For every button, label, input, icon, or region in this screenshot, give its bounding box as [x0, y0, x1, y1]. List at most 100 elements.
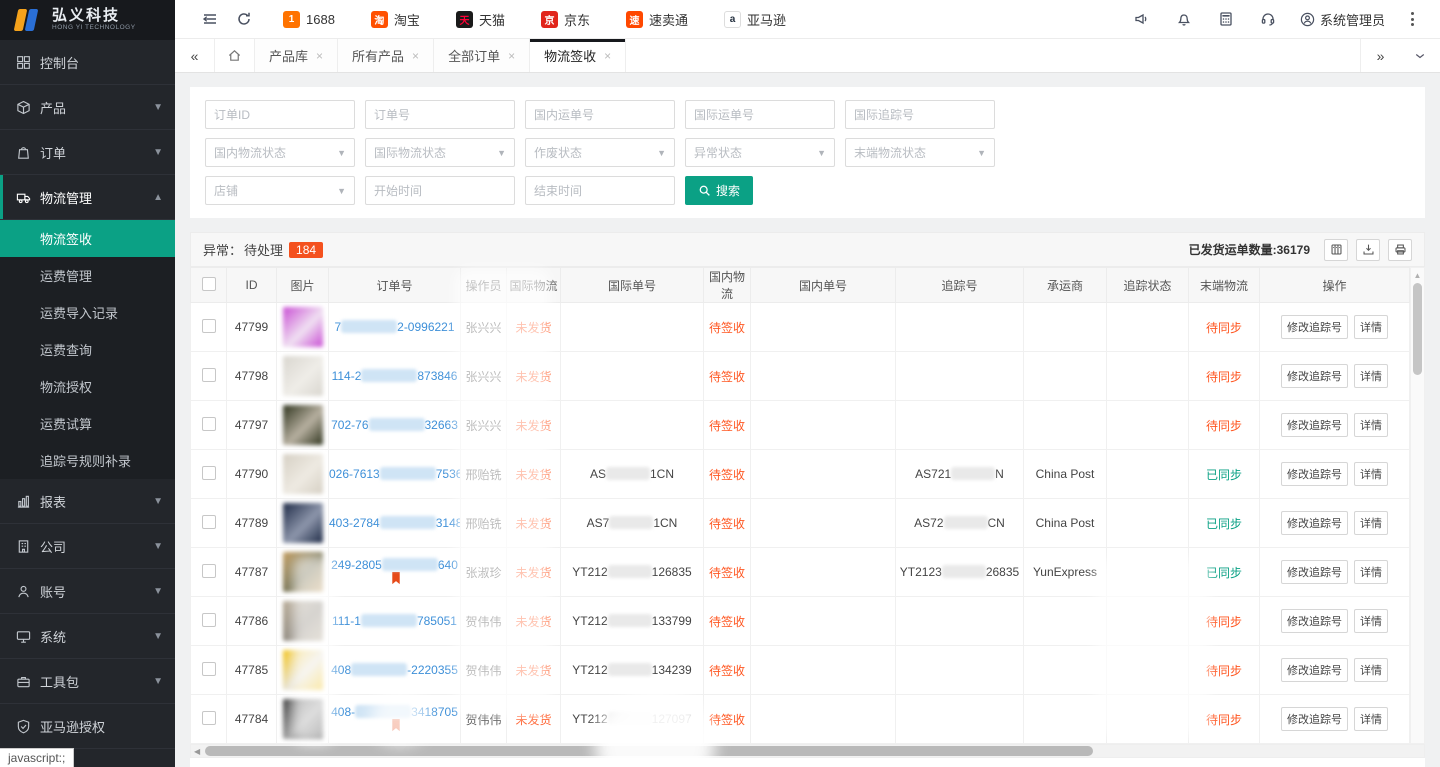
sidebar-item-3[interactable]: 物流管理▲	[0, 175, 175, 220]
edit-tracking-button[interactable]: 修改追踪号	[1281, 658, 1348, 682]
edit-tracking-button[interactable]: 修改追踪号	[1281, 511, 1348, 535]
sidebar-item-9[interactable]: 亚马逊授权	[0, 704, 175, 749]
collapse-sidebar-icon[interactable]	[193, 7, 227, 31]
export-button[interactable]	[1356, 239, 1380, 261]
sidebar-item-5[interactable]: 公司▼	[0, 524, 175, 569]
detail-button[interactable]: 详情	[1354, 658, 1388, 682]
row-checkbox[interactable]	[202, 466, 216, 480]
detail-button[interactable]: 详情	[1354, 707, 1388, 731]
tab-所有产品[interactable]: 所有产品×	[338, 39, 434, 72]
sidebar-item-1[interactable]: 产品▼	[0, 85, 175, 130]
tab-物流签收[interactable]: 物流签收×	[530, 39, 626, 72]
sidebar-subitem[interactable]: 运费导入记录	[0, 294, 175, 331]
search-button[interactable]: 搜索	[685, 176, 753, 205]
detail-button[interactable]: 详情	[1354, 462, 1388, 486]
home-tab-icon[interactable]	[215, 39, 255, 72]
cell-order-no[interactable]: 114-2873846	[329, 352, 461, 401]
close-tab-icon[interactable]: ×	[316, 49, 323, 63]
vertical-scroll-thumb[interactable]	[1413, 283, 1422, 375]
start-time-input[interactable]	[365, 176, 515, 205]
horizontal-scroll-thumb[interactable]	[205, 746, 1093, 756]
sidebar-item-6[interactable]: 账号▼	[0, 569, 175, 614]
product-thumbnail[interactable]	[283, 650, 323, 690]
marketplace-link[interactable]: 淘淘宝	[371, 10, 420, 29]
sidebar-item-8[interactable]: 工具包▼	[0, 659, 175, 704]
more-options-icon[interactable]	[1399, 12, 1426, 26]
edit-tracking-button[interactable]: 修改追踪号	[1281, 315, 1348, 339]
detail-button[interactable]: 详情	[1354, 511, 1388, 535]
product-thumbnail[interactable]	[283, 307, 323, 347]
product-thumbnail[interactable]	[283, 405, 323, 445]
print-button[interactable]	[1388, 239, 1412, 261]
notifications-bell-icon[interactable]	[1166, 7, 1202, 31]
brand-logo[interactable]: 弘义科技 HONG YI TECHNOLOGY	[0, 0, 175, 40]
calculator-icon[interactable]	[1208, 7, 1244, 31]
product-thumbnail[interactable]	[283, 699, 323, 739]
close-tab-icon[interactable]: ×	[508, 49, 515, 63]
detail-button[interactable]: 详情	[1354, 315, 1388, 339]
row-checkbox[interactable]	[202, 417, 216, 431]
product-thumbnail[interactable]	[283, 454, 323, 494]
tabs-scroll-left-icon[interactable]: «	[175, 39, 215, 72]
sidebar-subitem[interactable]: 运费管理	[0, 257, 175, 294]
edit-tracking-button[interactable]: 修改追踪号	[1281, 707, 1348, 731]
cell-order-no[interactable]: 408-2220355	[329, 646, 461, 695]
detail-button[interactable]: 详情	[1354, 560, 1388, 584]
row-checkbox[interactable]	[202, 662, 216, 676]
vertical-scrollbar[interactable]: ▲	[1410, 267, 1425, 744]
cell-order-no[interactable]: 026-76137536	[329, 450, 461, 499]
close-tab-icon[interactable]: ×	[604, 49, 611, 63]
scroll-up-icon[interactable]: ▲	[1414, 268, 1422, 283]
shop-select[interactable]: 店铺▼	[205, 176, 355, 205]
tabs-menu-icon[interactable]	[1400, 39, 1440, 72]
filter-input-国际追踪号[interactable]	[845, 100, 995, 129]
sidebar-subitem[interactable]: 物流签收	[0, 220, 175, 257]
user-menu[interactable]: 系统管理员	[1292, 10, 1393, 29]
detail-button[interactable]: 详情	[1354, 413, 1388, 437]
sidebar-item-0[interactable]: 控制台	[0, 40, 175, 85]
marketplace-link[interactable]: 京京东	[541, 10, 590, 29]
product-thumbnail[interactable]	[283, 356, 323, 396]
horizontal-scrollbar[interactable]: ◀	[190, 744, 1425, 758]
sidebar-subitem[interactable]: 追踪号规则补录	[0, 442, 175, 479]
cell-order-no[interactable]: 72-0996221	[329, 303, 461, 352]
cell-order-no[interactable]: 702-7632663	[329, 401, 461, 450]
filter-input-国内运单号[interactable]	[525, 100, 675, 129]
pending-count-badge[interactable]: 184	[289, 242, 323, 258]
edit-tracking-button[interactable]: 修改追踪号	[1281, 609, 1348, 633]
cell-order-no[interactable]: 249-2805640	[329, 548, 461, 597]
scroll-left-icon[interactable]: ◀	[191, 747, 203, 756]
detail-button[interactable]: 详情	[1354, 609, 1388, 633]
tab-全部订单[interactable]: 全部订单×	[434, 39, 530, 72]
sidebar-subitem[interactable]: 物流授权	[0, 368, 175, 405]
filter-input-订单ID[interactable]	[205, 100, 355, 129]
filter-select-国际物流状态[interactable]: 国际物流状态▼	[365, 138, 515, 167]
sidebar-subitem[interactable]: 运费试算	[0, 405, 175, 442]
marketplace-link[interactable]: a亚马逊	[724, 10, 786, 29]
filter-input-订单号[interactable]	[365, 100, 515, 129]
end-time-input[interactable]	[525, 176, 675, 205]
row-checkbox[interactable]	[202, 515, 216, 529]
refresh-icon[interactable]	[227, 7, 261, 31]
detail-button[interactable]: 详情	[1354, 364, 1388, 388]
marketplace-link[interactable]: 11688	[283, 11, 335, 28]
row-checkbox[interactable]	[202, 711, 216, 725]
tabs-scroll-right-icon[interactable]: »	[1360, 39, 1400, 72]
cell-order-no[interactable]: 111-1785051	[329, 597, 461, 646]
product-thumbnail[interactable]	[283, 552, 323, 592]
column-settings-button[interactable]	[1324, 239, 1348, 261]
cell-order-no[interactable]: 408-3418705	[329, 695, 461, 744]
filter-select-异常状态[interactable]: 异常状态▼	[685, 138, 835, 167]
marketplace-link[interactable]: 天天猫	[456, 10, 505, 29]
tab-产品库[interactable]: 产品库×	[255, 39, 338, 72]
cell-order-no[interactable]: 403-27843148	[329, 499, 461, 548]
row-checkbox[interactable]	[202, 564, 216, 578]
filter-select-国内物流状态[interactable]: 国内物流状态▼	[205, 138, 355, 167]
edit-tracking-button[interactable]: 修改追踪号	[1281, 462, 1348, 486]
row-checkbox[interactable]	[202, 613, 216, 627]
product-thumbnail[interactable]	[283, 503, 323, 543]
marketplace-link[interactable]: 速速卖通	[626, 10, 688, 29]
filter-select-末端物流状态[interactable]: 末端物流状态▼	[845, 138, 995, 167]
filter-input-国际运单号[interactable]	[685, 100, 835, 129]
edit-tracking-button[interactable]: 修改追踪号	[1281, 364, 1348, 388]
